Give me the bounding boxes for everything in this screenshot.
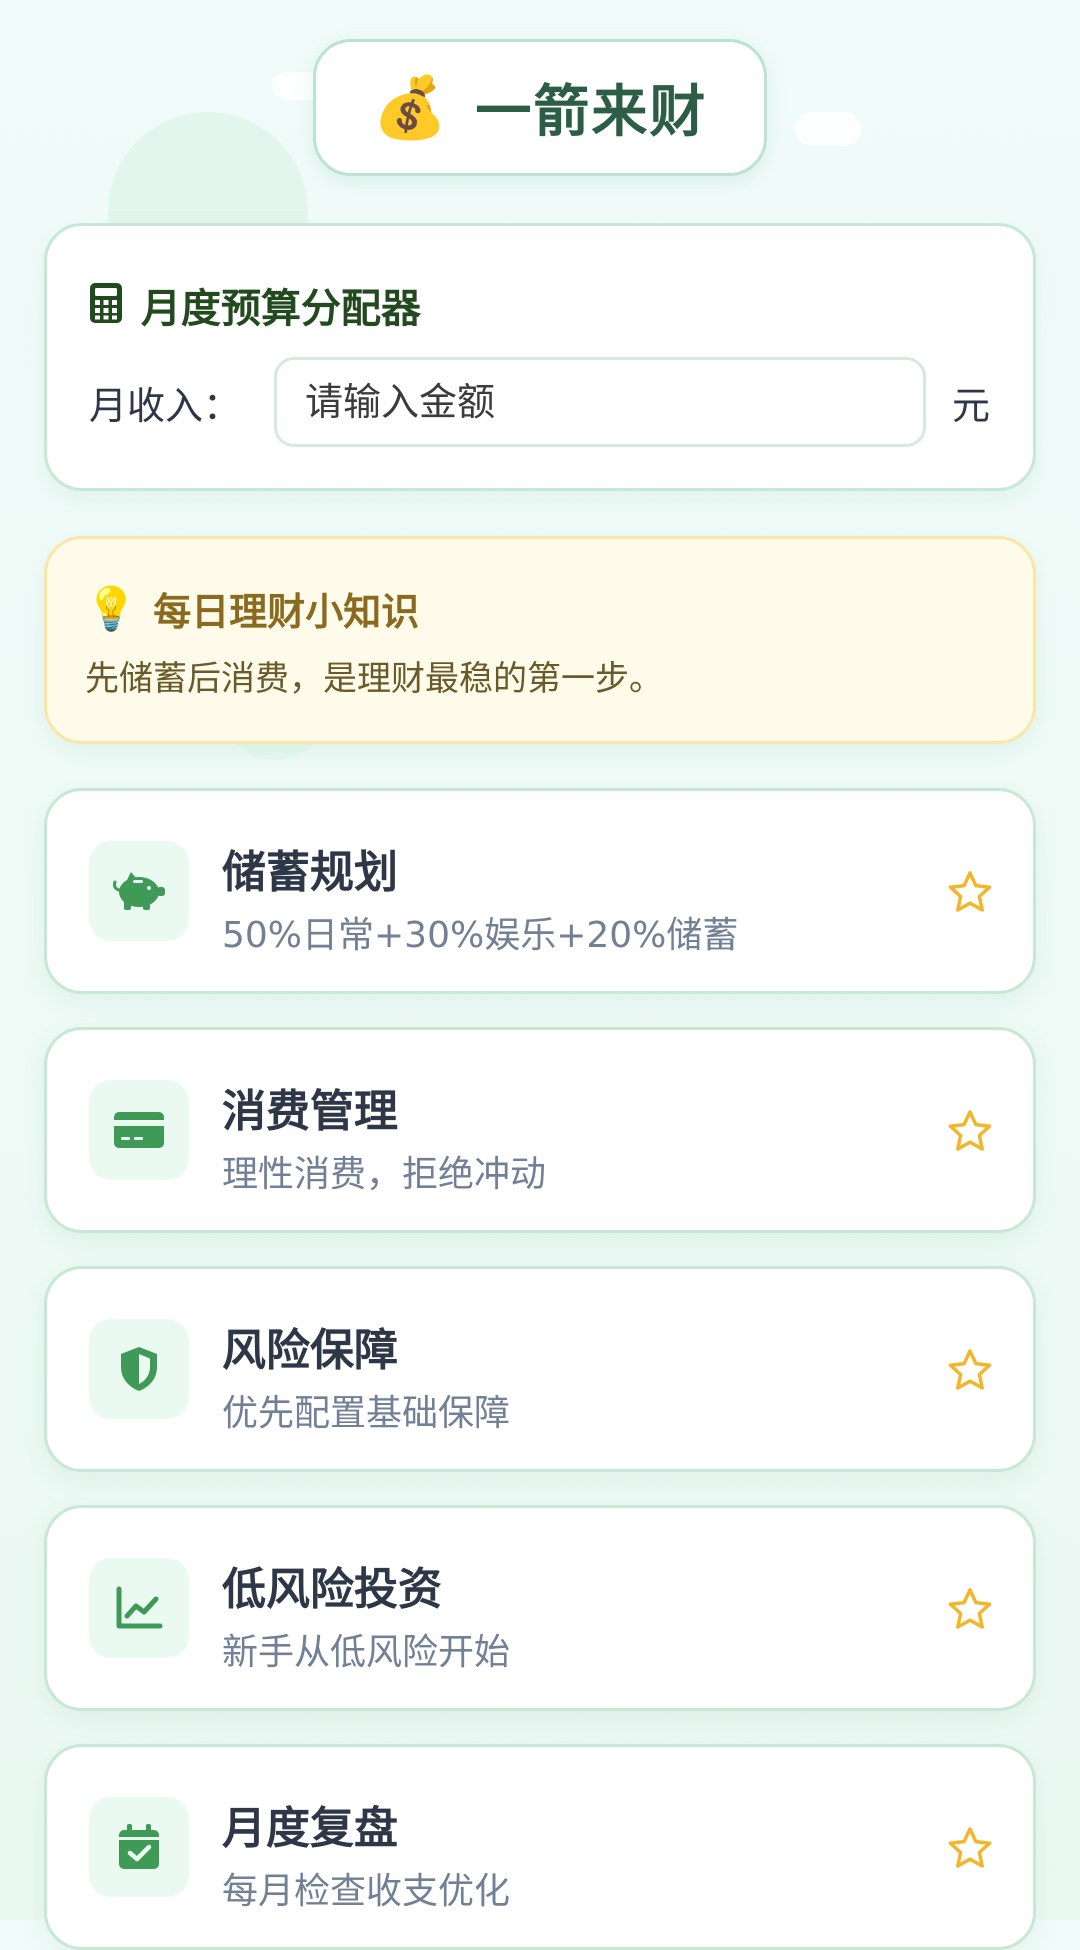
tip-title-row: 💡 每日理财小知识 xyxy=(85,581,419,636)
tip-text: 先储蓄后消费，是理财最稳的第一步。 xyxy=(85,659,663,699)
feature-title: 低风险投资 xyxy=(222,1564,442,1615)
feature-title: 储蓄规划 xyxy=(222,847,398,898)
feature-card-savings[interactable]: 储蓄规划 50%日常+30%娱乐+20%储蓄 xyxy=(44,788,1036,994)
feature-description: 新手从低风险开始 xyxy=(222,1632,511,1673)
feature-card-insurance[interactable]: 风险保障 优先配置基础保障 xyxy=(44,1266,1036,1472)
budget-allocator-card: 月度预算分配器 月收入： 元 xyxy=(44,223,1036,491)
feature-title: 风险保障 xyxy=(222,1325,398,1376)
income-label: 月收入： xyxy=(89,383,242,428)
favorite-star-icon[interactable] xyxy=(945,1823,995,1873)
credit-card-icon xyxy=(89,1080,189,1180)
feature-description: 50%日常+30%娱乐+20%储蓄 xyxy=(222,915,739,956)
favorite-star-icon[interactable] xyxy=(945,867,995,917)
favorite-star-icon[interactable] xyxy=(945,1106,995,1156)
currency-unit: 元 xyxy=(952,383,991,428)
tip-title: 每日理财小知识 xyxy=(153,590,420,634)
feature-title: 月度复盘 xyxy=(222,1803,398,1854)
income-input[interactable] xyxy=(274,357,926,447)
money-bag-icon: 💰 xyxy=(372,72,448,143)
feature-description: 理性消费，拒绝冲动 xyxy=(222,1154,547,1195)
daily-tip-card: 💡 每日理财小知识 先储蓄后消费，是理财最稳的第一步。 xyxy=(44,536,1036,744)
calendar-check-icon xyxy=(89,1797,189,1897)
lightbulb-icon: 💡 xyxy=(85,583,138,633)
favorite-star-icon[interactable] xyxy=(945,1345,995,1395)
piggy-bank-icon xyxy=(89,841,189,941)
calculator-icon xyxy=(89,282,123,328)
feature-card-investment[interactable]: 低风险投资 新手从低风险开始 xyxy=(44,1505,1036,1711)
feature-description: 每月检查收支优化 xyxy=(222,1871,511,1912)
income-row: 月收入： 元 xyxy=(89,356,991,448)
chart-line-icon xyxy=(89,1558,189,1658)
app-title: 一箭来财 xyxy=(475,80,708,145)
budget-title: 月度预算分配器 xyxy=(141,286,421,332)
feature-card-spending[interactable]: 消费管理 理性消费，拒绝冲动 xyxy=(44,1027,1036,1233)
feature-card-monthly-review[interactable]: 月度复盘 每月检查收支优化 xyxy=(44,1744,1036,1950)
app-header: 💰 一箭来财 xyxy=(313,39,767,176)
shield-icon xyxy=(89,1319,189,1419)
feature-title: 消费管理 xyxy=(222,1086,398,1137)
cloud-decoration xyxy=(795,112,861,146)
feature-description: 优先配置基础保障 xyxy=(222,1393,511,1434)
favorite-star-icon[interactable] xyxy=(945,1584,995,1634)
budget-title-row: 月度预算分配器 xyxy=(89,276,421,334)
